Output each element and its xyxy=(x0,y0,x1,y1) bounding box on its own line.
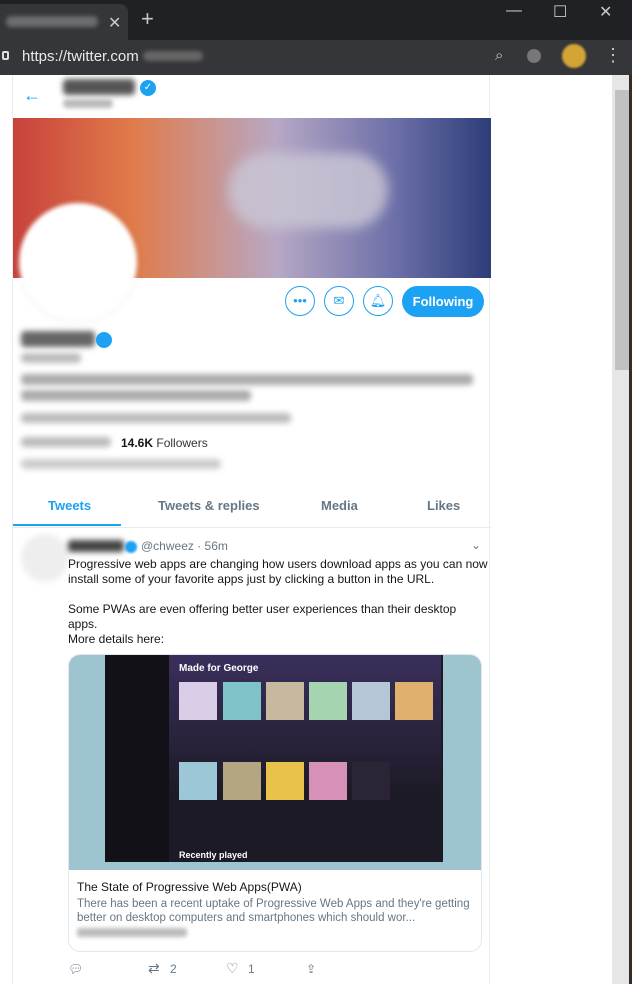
header-tweet-count-blurred xyxy=(63,99,113,108)
tweet-text-para3: More details here: xyxy=(68,632,165,646)
tweet-text-line2: install some of your favorite apps just … xyxy=(68,572,435,586)
playlist-tile xyxy=(223,682,261,720)
following-button[interactable]: Following xyxy=(402,286,484,317)
profile-name-blurred xyxy=(21,331,95,347)
web-page: ← ✓ ••• ✉ 🔔︎ Following 14.6K Followers T… xyxy=(0,75,612,984)
card-title: The State of Progressive Web Apps(PWA) xyxy=(77,880,302,894)
tweet-avatar[interactable] xyxy=(21,534,69,582)
share-icon[interactable]: ⇪ xyxy=(306,962,316,976)
browser-tab[interactable]: ✕ xyxy=(0,4,128,40)
scrollbar-thumb[interactable] xyxy=(615,90,629,370)
browser-title-bar: ✕ + — ☐ ✕ xyxy=(0,0,632,40)
verified-icon: ✓ xyxy=(140,80,156,96)
url-text: https://twitter.com xyxy=(22,48,139,65)
url-path-blurred xyxy=(142,51,203,61)
tweet-actions: 💬︎ ⇄ 2 ♡ 1 ⇪ xyxy=(68,960,488,980)
tweet-verified-icon xyxy=(125,541,137,553)
retweet-icon[interactable]: ⇄ xyxy=(148,960,160,977)
card-recently-played: Recently played xyxy=(179,850,248,860)
followed-by-blurred xyxy=(21,459,221,469)
minimize-button[interactable]: — xyxy=(506,2,522,20)
like-icon[interactable]: ♡ xyxy=(226,960,239,977)
active-tab-indicator xyxy=(13,524,121,526)
header-name-blurred xyxy=(63,79,135,95)
profile-meta-blurred xyxy=(21,413,291,423)
profile-avatar[interactable] xyxy=(19,203,137,321)
new-tab-button[interactable]: + xyxy=(141,6,154,32)
card-url-blurred xyxy=(77,928,187,937)
tweet-text-para2: Some PWAs are even offering better user … xyxy=(68,602,457,631)
card-image: Made for George Recently played xyxy=(69,655,481,870)
lock-icon[interactable] xyxy=(2,51,9,60)
following-count-blurred xyxy=(21,437,111,447)
tab-title-blurred xyxy=(6,16,98,27)
browser-menu-icon[interactable]: ⋮ xyxy=(604,45,622,66)
card-screenshot-sidebar xyxy=(105,655,169,862)
reply-icon[interactable]: 💬︎ xyxy=(68,962,83,976)
tweet-handle-time[interactable]: @chweez · 56m xyxy=(141,539,228,553)
profile-tabs: Tweets Tweets & replies Media Likes xyxy=(13,495,491,528)
like-count: 1 xyxy=(248,962,255,976)
notifications-button[interactable]: 🔔︎ xyxy=(363,286,393,316)
playlist-tile xyxy=(266,762,304,800)
playlist-tile xyxy=(309,762,347,800)
extension-icon[interactable] xyxy=(527,49,541,63)
followers-count: 14.6K xyxy=(121,436,154,450)
playlist-tile xyxy=(266,682,304,720)
playlist-tile xyxy=(309,682,347,720)
playlist-tile xyxy=(352,762,390,800)
card-header-text: Made for George xyxy=(179,663,259,674)
playlist-tile xyxy=(179,762,217,800)
tab-likes[interactable]: Likes xyxy=(427,498,460,513)
message-button[interactable]: ✉ xyxy=(324,286,354,316)
tweet-text-line1: Progressive web apps are changing how us… xyxy=(68,557,488,571)
tab-tweets-replies[interactable]: Tweets & replies xyxy=(158,498,260,513)
back-arrow-icon[interactable]: ← xyxy=(23,85,41,106)
playlist-tile xyxy=(395,682,433,720)
zoom-icon[interactable]: ⌕ xyxy=(495,47,503,64)
playlist-tile xyxy=(179,682,217,720)
link-card[interactable]: Made for George Recently played The Stat… xyxy=(68,654,482,952)
tweet-menu-chevron-icon[interactable]: ⌄ xyxy=(471,538,481,552)
tweet-author-blurred xyxy=(68,540,124,552)
profile-column: ← ✓ ••• ✉ 🔔︎ Following 14.6K Followers T… xyxy=(12,75,491,984)
profile-verified-icon xyxy=(96,332,112,348)
tab-media[interactable]: Media xyxy=(321,498,358,513)
bio-line2-blurred xyxy=(21,390,251,401)
close-window-button[interactable]: ✕ xyxy=(599,2,612,22)
playlist-tile xyxy=(352,682,390,720)
maximize-button[interactable]: ☐ xyxy=(553,2,567,22)
url-field[interactable]: https://twitter.com xyxy=(22,48,203,65)
playlist-tile xyxy=(223,762,261,800)
card-description: There has been a recent uptake of Progre… xyxy=(77,898,470,924)
more-options-button[interactable]: ••• xyxy=(285,286,315,316)
followers-stat[interactable]: 14.6K Followers xyxy=(121,436,208,450)
address-bar: https://twitter.com ⌕ ⋮ xyxy=(0,40,632,75)
banner-logo-blurred xyxy=(228,153,388,228)
browser-profile-avatar[interactable] xyxy=(562,44,586,68)
bio-line1-blurred xyxy=(21,374,473,385)
followers-label: Followers xyxy=(156,436,208,450)
tab-close-icon[interactable]: ✕ xyxy=(108,13,121,33)
tab-tweets[interactable]: Tweets xyxy=(48,498,91,513)
profile-handle-blurred xyxy=(21,353,81,363)
retweet-count: 2 xyxy=(170,962,177,976)
